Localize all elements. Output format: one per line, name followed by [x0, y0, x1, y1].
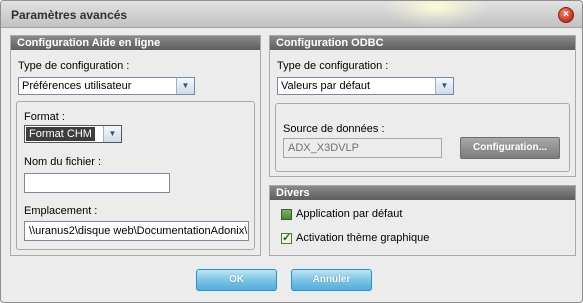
- title-bar[interactable]: Paramètres avancés ×: [1, 1, 582, 28]
- datasource-input[interactable]: ADX_X3DVLP: [283, 138, 442, 158]
- help-config-group: Configuration Aide en ligne Type de conf…: [10, 35, 261, 256]
- location-label: Emplacement :: [24, 205, 98, 217]
- dialog-title: Paramètres avancés: [11, 8, 128, 22]
- datasource-label: Source de données :: [283, 123, 385, 135]
- default-app-checkbox[interactable]: [281, 209, 292, 220]
- filename-input[interactable]: [24, 173, 170, 193]
- format-select[interactable]: Format CHM ▼: [24, 125, 122, 143]
- help-config-header: Configuration Aide en ligne: [11, 36, 260, 50]
- format-value: Format CHM: [26, 127, 95, 141]
- odbc-config-type-value: Valeurs par défaut: [281, 80, 371, 92]
- misc-header: Divers: [270, 186, 575, 200]
- odbc-configuration-button[interactable]: Configuration...: [460, 137, 560, 159]
- odbc-config-type-label: Type de configuration :: [277, 60, 389, 72]
- help-format-panel: Format : Format CHM ▼ Nom du fichier : E…: [16, 101, 255, 250]
- help-config-type-select[interactable]: Préférences utilisateur ▼: [18, 77, 195, 95]
- chevron-down-icon[interactable]: ▼: [435, 78, 453, 94]
- advanced-settings-dialog: Paramètres avancés × Configuration Aide …: [0, 0, 583, 303]
- help-config-type-label: Type de configuration :: [18, 60, 130, 72]
- close-icon[interactable]: ×: [558, 7, 574, 23]
- help-config-type-value: Préférences utilisateur: [22, 80, 132, 92]
- datasource-panel: Source de données : ADX_X3DVLP Configura…: [275, 103, 570, 172]
- theme-checkbox[interactable]: [281, 231, 292, 244]
- location-input[interactable]: \\uranus2\disque web\DocumentationAdonix…: [24, 221, 249, 241]
- odbc-config-header: Configuration ODBC: [270, 36, 575, 50]
- ok-button[interactable]: OK: [196, 269, 277, 291]
- cancel-button[interactable]: Annuler: [291, 269, 372, 291]
- odbc-config-group: Configuration ODBC Type de configuration…: [269, 35, 576, 177]
- odbc-config-type-select[interactable]: Valeurs par défaut ▼: [277, 77, 454, 95]
- default-app-label[interactable]: Application par défaut: [296, 208, 402, 220]
- misc-group: Divers Application par défaut Activation…: [269, 185, 576, 256]
- format-label: Format :: [24, 111, 65, 123]
- chevron-down-icon[interactable]: ▼: [103, 126, 121, 142]
- filename-label: Nom du fichier :: [24, 156, 102, 168]
- chevron-down-icon[interactable]: ▼: [176, 78, 194, 94]
- theme-label[interactable]: Activation thème graphique: [296, 232, 429, 244]
- title-bar-glow: [381, 1, 491, 27]
